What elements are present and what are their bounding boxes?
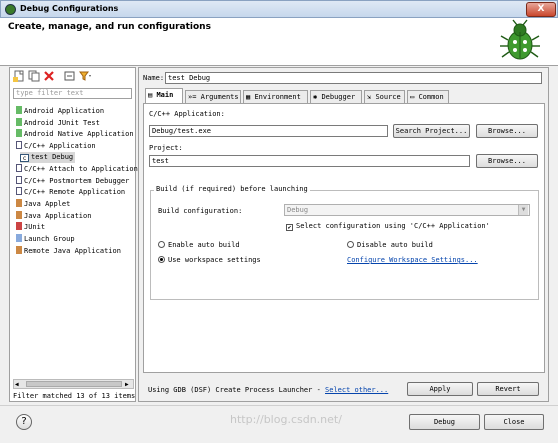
android-icon — [16, 129, 22, 137]
configure-workspace-link[interactable]: Configure Workspace Settings... — [347, 256, 478, 264]
main-tab-content: C/C++ Application: Debug/test.exe Search… — [143, 103, 545, 373]
cpp-application-label: C/C++ Application: — [149, 110, 225, 118]
project-label: Project: — [149, 144, 183, 152]
filter-input[interactable]: type filter text — [13, 88, 132, 99]
disable-auto-build-radio[interactable]: Disable auto build — [347, 241, 433, 249]
select-config-checkbox[interactable]: ✔ Select configuration using 'C/C++ Appli… — [286, 222, 490, 231]
watermark: http://blog.csdn.net/ — [230, 413, 342, 426]
filter-icon[interactable] — [79, 70, 91, 82]
arguments-icon: »= — [188, 93, 201, 101]
junit-icon — [16, 222, 22, 230]
tree-item-android-application[interactable]: Android Application — [16, 106, 104, 117]
launcher-info: Using GDB (DSF) Create Process Launcher … — [148, 386, 389, 394]
tree-item-cpp-remote[interactable]: C/C++ Remote Application — [16, 187, 125, 198]
tree-item-test-debug[interactable]: c test Debug — [20, 152, 76, 163]
build-group-title: Build (if required) before launching — [154, 185, 310, 193]
android-icon — [16, 106, 22, 114]
radio-icon[interactable] — [158, 241, 165, 248]
radio-icon[interactable] — [347, 241, 354, 248]
search-project-button[interactable]: Search Project... — [393, 124, 470, 138]
cpp-icon — [16, 176, 22, 184]
tree-item-launch-group[interactable]: Launch Group — [16, 234, 75, 245]
debug-button[interactable]: Debug — [409, 414, 480, 430]
build-configuration-select[interactable]: Debug ▼ — [284, 204, 530, 216]
checkbox-checked-icon[interactable]: ✔ — [286, 224, 293, 231]
tree-item-junit[interactable]: JUnit — [16, 222, 45, 233]
tab-common[interactable]: ▭ Common — [407, 90, 449, 103]
cpp-app-icon — [16, 141, 22, 149]
dialog-header: Create, manage, and run configurations — [0, 18, 558, 66]
revert-button[interactable]: Revert — [477, 382, 539, 396]
cpp-icon — [16, 187, 22, 195]
cpp-icon — [16, 164, 22, 172]
title-bar: Debug Configurations X — [0, 0, 558, 18]
java-icon — [16, 246, 22, 254]
browse-project-button[interactable]: Browse... — [476, 154, 538, 168]
tab-source[interactable]: ⇲ Source — [364, 90, 405, 103]
tree-item-java-application[interactable]: Java Application — [16, 211, 91, 222]
configuration-tree-pane: type filter text Android Application And… — [9, 67, 138, 402]
tree-item-java-applet[interactable]: Java Applet — [16, 199, 70, 210]
collapse-all-icon[interactable] — [64, 70, 76, 82]
name-label: Name: — [143, 74, 165, 82]
window-close-button[interactable]: X — [526, 2, 556, 17]
java-icon — [16, 199, 22, 207]
scroll-left-icon[interactable]: ◀ — [15, 381, 19, 388]
filter-status: Filter matched 13 of 13 items — [13, 392, 136, 400]
enable-auto-build-radio[interactable]: Enable auto build — [158, 241, 240, 249]
java-icon — [16, 211, 22, 219]
duplicate-icon[interactable] — [28, 70, 40, 82]
tree-item-cpp-postmortem[interactable]: C/C++ Postmortem Debugger — [16, 176, 129, 187]
tree-item-android-native-application[interactable]: Android Native Application — [16, 129, 134, 140]
radio-selected-icon[interactable] — [158, 256, 165, 263]
cpp-application-input[interactable]: Debug/test.exe — [149, 125, 388, 137]
tab-main[interactable]: ▤ Main — [145, 88, 183, 104]
debug-bug-icon — [500, 19, 540, 60]
tree-item-remote-java[interactable]: Remote Java Application — [16, 246, 121, 257]
junit-icon — [16, 118, 22, 126]
chevron-down-icon[interactable]: ▼ — [518, 205, 528, 215]
tab-debugger[interactable]: ✱ Debugger — [310, 90, 362, 103]
tree-item-cpp-attach[interactable]: C/C++ Attach to Application — [16, 164, 138, 175]
header-title: Create, manage, and run configurations — [8, 22, 211, 32]
tree-item-cpp-application[interactable]: C/C++ Application — [16, 141, 96, 152]
tab-arguments[interactable]: »= Arguments — [185, 90, 241, 103]
build-configuration-label: Build configuration: — [158, 207, 243, 215]
apply-button[interactable]: Apply — [407, 382, 473, 396]
tree-item-android-junit-test[interactable]: Android JUnit Test — [16, 118, 100, 129]
browse-application-button[interactable]: Browse... — [476, 124, 538, 138]
new-config-icon[interactable] — [13, 70, 25, 82]
scroll-thumb[interactable] — [26, 381, 122, 387]
app-bug-icon — [5, 4, 16, 15]
help-button[interactable]: ? — [16, 414, 32, 430]
horizontal-scrollbar[interactable]: ◀ ▶ — [13, 379, 134, 389]
scroll-right-icon[interactable]: ▶ — [125, 381, 129, 388]
window-title: Debug Configurations — [20, 4, 119, 13]
delete-icon[interactable] — [43, 70, 55, 82]
close-button[interactable]: Close — [484, 414, 544, 430]
select-other-link[interactable]: Select other... — [325, 386, 388, 394]
project-input[interactable]: test — [149, 155, 470, 167]
use-workspace-settings-radio[interactable]: Use workspace settings — [158, 256, 261, 264]
name-input[interactable]: test Debug — [165, 72, 542, 84]
tab-environment[interactable]: ▦ Environment — [243, 90, 308, 103]
launch-group-icon — [16, 234, 22, 242]
configuration-editor: Name: test Debug ▤ Main »= Arguments ▦ E… — [138, 67, 549, 402]
